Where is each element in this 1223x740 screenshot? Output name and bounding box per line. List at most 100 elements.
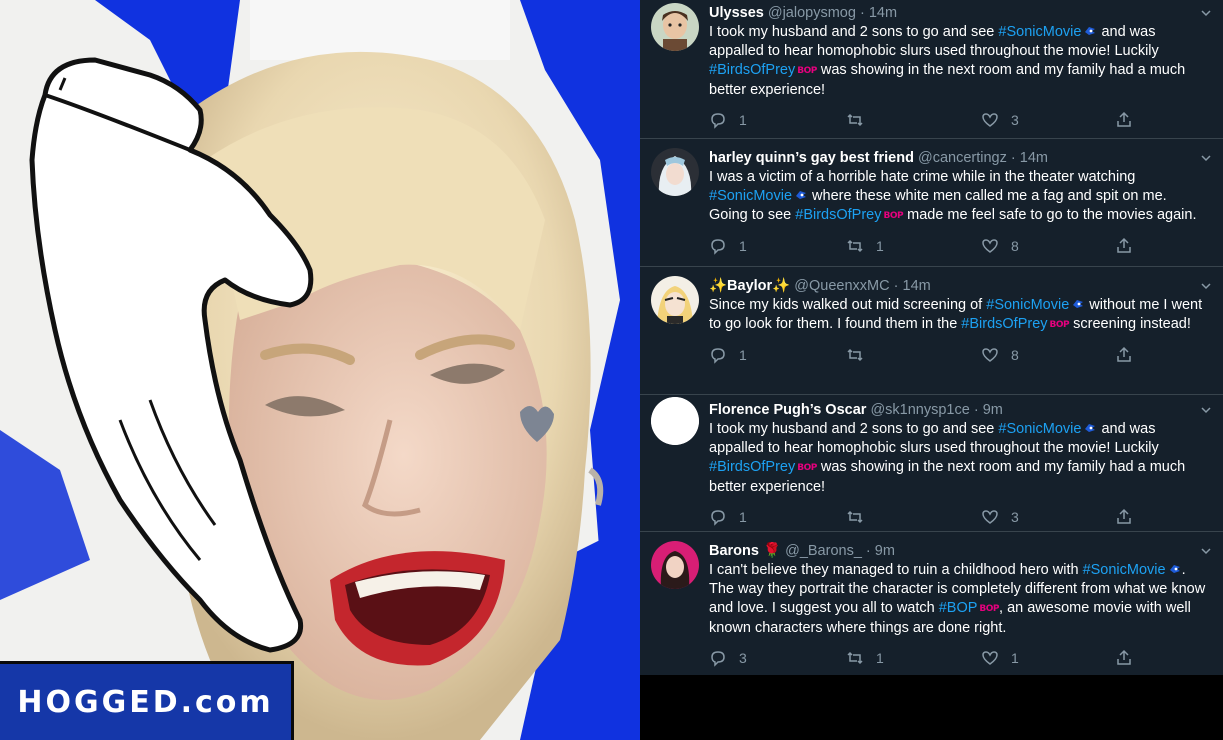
text-segment: I took my husband and 2 sons to go and s…: [709, 24, 999, 40]
tweet[interactable]: harley quinn’s gay best friend @cancerti…: [640, 139, 1223, 267]
share-button[interactable]: [1115, 237, 1133, 255]
retweet-count: 1: [876, 238, 884, 254]
timestamp[interactable]: 9m: [875, 543, 895, 559]
tweet-text: I was a victim of a horrible hate crime …: [709, 168, 1209, 226]
reply-button[interactable]: 1: [709, 237, 747, 255]
handle[interactable]: @sk1nnysp1ce: [870, 402, 969, 418]
hashtag-link[interactable]: #SonicMovie: [986, 297, 1069, 313]
reply-count: 1: [739, 347, 747, 363]
tweet-actions: 3 1 1: [709, 649, 1209, 669]
tweet-header: Florence Pugh’s Oscar @sk1nnysp1ce · 9m: [709, 401, 1209, 420]
retweet-button[interactable]: [846, 508, 876, 526]
like-button[interactable]: 8: [981, 237, 1019, 255]
timestamp[interactable]: 9m: [983, 402, 1003, 418]
timestamp[interactable]: 14m: [1020, 150, 1048, 166]
chevron-down-icon[interactable]: [1201, 8, 1211, 18]
tweet[interactable]: Barons 🌹 @_Barons_ · 9m I can't believe …: [640, 532, 1223, 675]
hashtag-link[interactable]: #BirdsOfPrey: [961, 316, 1047, 332]
crying-woman-illustration: [0, 0, 640, 740]
sonic-emoji-icon: [1073, 300, 1084, 308]
display-name[interactable]: Florence Pugh’s Oscar: [709, 402, 866, 418]
avatar[interactable]: [651, 541, 699, 589]
sonic-emoji-icon: [1169, 565, 1180, 573]
heart-icon: [982, 348, 998, 362]
text-segment: I can't believe they managed to ruin a c…: [709, 562, 1083, 578]
sonic-emoji-icon: [1085, 27, 1096, 35]
tweet-header: ✨Baylor✨ @QueenxxMC · 14m: [709, 277, 1209, 296]
like-button[interactable]: 8: [981, 346, 1019, 364]
hashtag-link[interactable]: #SonicMovie: [998, 421, 1081, 437]
hashtag-link[interactable]: #BOP: [939, 600, 978, 616]
text-segment: I took my husband and 2 sons to go and s…: [709, 421, 999, 437]
display-name[interactable]: ✨Baylor✨: [709, 278, 790, 294]
like-count: 1: [1011, 650, 1019, 666]
retweet-icon: [847, 510, 863, 524]
handle[interactable]: @_Barons_: [785, 543, 862, 559]
share-button[interactable]: [1115, 346, 1133, 364]
chevron-down-icon[interactable]: [1201, 546, 1211, 556]
reply-button[interactable]: 1: [709, 508, 747, 526]
chevron-down-icon[interactable]: [1201, 281, 1211, 291]
heart-icon: [982, 651, 998, 665]
share-icon: [1117, 649, 1131, 665]
share-button[interactable]: [1115, 508, 1133, 526]
chevron-down-icon[interactable]: [1201, 153, 1211, 163]
share-button[interactable]: [1115, 111, 1133, 129]
retweet-button[interactable]: 1: [846, 649, 884, 667]
tweet-text: Since my kids walked out mid screening o…: [709, 296, 1209, 335]
reply-button[interactable]: 1: [709, 346, 747, 364]
tweet-text: I took my husband and 2 sons to go and s…: [709, 420, 1209, 497]
share-icon: [1117, 508, 1131, 524]
tweet-text: I took my husband and 2 sons to go and s…: [709, 23, 1209, 100]
hashtag-link[interactable]: #SonicMovie: [998, 24, 1081, 40]
like-count: 3: [1011, 112, 1019, 128]
like-button[interactable]: 3: [981, 508, 1019, 526]
separator-dot: ·: [865, 543, 871, 559]
sonic-emoji-icon: [1085, 424, 1096, 432]
hashtag-link[interactable]: #BirdsOfPrey: [709, 62, 795, 78]
retweet-button[interactable]: 1: [846, 237, 884, 255]
separator-dot: ·: [973, 402, 979, 418]
timestamp[interactable]: 14m: [903, 278, 931, 294]
tweet[interactable]: Florence Pugh’s Oscar @sk1nnysp1ce · 9m …: [640, 395, 1223, 532]
like-button[interactable]: 1: [981, 649, 1019, 667]
share-icon: [1117, 346, 1131, 362]
avatar[interactable]: [651, 276, 699, 324]
reply-button[interactable]: 1: [709, 111, 747, 129]
avatar-harley-icon: [651, 148, 699, 196]
like-button[interactable]: 3: [981, 111, 1019, 129]
avatar[interactable]: [651, 397, 699, 445]
display-name[interactable]: harley quinn’s gay best friend: [709, 150, 914, 166]
heart-icon: [982, 239, 998, 253]
hashtag-link[interactable]: #SonicMovie: [1083, 562, 1166, 578]
hashtag-link[interactable]: #BirdsOfPrey: [795, 207, 881, 223]
share-icon: [1117, 237, 1131, 253]
tweet[interactable]: ✨Baylor✨ @QueenxxMC · 14m Since my kids …: [640, 267, 1223, 395]
share-button[interactable]: [1115, 649, 1133, 667]
retweet-button[interactable]: [846, 111, 876, 129]
text-segment: made me feel safe to go to the movies ag…: [903, 207, 1197, 223]
chevron-down-icon[interactable]: [1201, 405, 1211, 415]
handle[interactable]: @jalopysmog: [768, 5, 856, 21]
avatar[interactable]: [651, 3, 699, 51]
retweet-button[interactable]: [846, 346, 876, 364]
share-icon: [1117, 111, 1131, 127]
retweet-icon: [847, 239, 863, 253]
tweet[interactable]: Ulysses @jalopysmog · 14m I took my husb…: [640, 0, 1223, 139]
handle[interactable]: @cancertingz: [918, 150, 1007, 166]
timestamp[interactable]: 14m: [869, 5, 897, 21]
display-name[interactable]: Ulysses: [709, 5, 764, 21]
sonic-emoji-icon: [796, 191, 807, 199]
heart-icon: [982, 510, 998, 524]
avatar-boy-icon: [651, 3, 699, 51]
hashtag-link[interactable]: #SonicMovie: [709, 188, 792, 204]
tweet-actions: 1 3: [709, 111, 1209, 131]
reply-count: 1: [739, 238, 747, 254]
display-name[interactable]: Barons: [709, 543, 759, 559]
hashtag-link[interactable]: #BirdsOfPrey: [709, 459, 795, 475]
handle[interactable]: @QueenxxMC: [794, 278, 889, 294]
reply-button[interactable]: 3: [709, 649, 747, 667]
avatar[interactable]: [651, 148, 699, 196]
watermark-text: HOGGED.com: [17, 684, 274, 720]
reply-icon: [711, 239, 725, 255]
